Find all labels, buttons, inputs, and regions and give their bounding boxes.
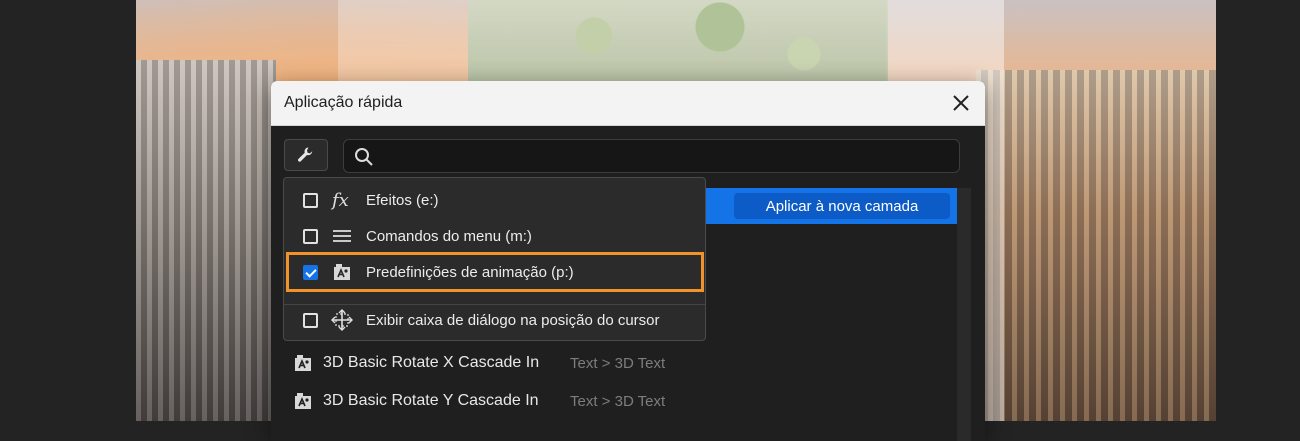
close-icon: [953, 95, 969, 111]
result-row[interactable]: 3D Basic Rotate Y Cascade In Text > 3D T…: [293, 386, 665, 416]
menu-item-label: Predefinições de animação (p:): [366, 263, 574, 281]
menu-item-label: Comandos do menu (m:): [366, 227, 532, 245]
close-button[interactable]: [945, 87, 977, 119]
cursor-position-icon: [330, 308, 354, 332]
show-at-cursor-checkbox[interactable]: [303, 312, 318, 328]
menu-item-show-at-cursor[interactable]: Exibir caixa de diálogo na posição do cu…: [284, 304, 705, 336]
menu-commands-checkbox[interactable]: [303, 228, 318, 244]
dialog-title: Aplicação rápida: [284, 94, 403, 111]
wrench-icon: [298, 147, 313, 162]
menu-lines-icon: [330, 224, 354, 248]
apply-to-new-layer-button[interactable]: Aplicar à nova camada: [734, 193, 950, 219]
menu-item-menu-commands[interactable]: Comandos do menu (m:): [284, 220, 705, 252]
menu-item-label: Exibir caixa de diálogo na posição do cu…: [366, 311, 660, 329]
search-box[interactable]: [343, 139, 960, 173]
svg-text:fx: fx: [330, 190, 349, 211]
animation-preset-icon: [295, 355, 311, 371]
dialog-toolbar: [271, 125, 985, 185]
menu-item-label: Efeitos (e:): [366, 191, 439, 209]
effects-checkbox[interactable]: [303, 192, 318, 208]
buildings-right: [976, 70, 1216, 421]
search-icon: [355, 148, 373, 166]
result-name: 3D Basic Rotate Y Cascade In: [323, 392, 539, 409]
search-input[interactable]: [380, 144, 944, 170]
result-row[interactable]: 3D Basic Rotate X Cascade In Text > 3D T…: [293, 348, 665, 378]
fx-icon: fx: [330, 188, 354, 212]
result-path: Text > 3D Text: [570, 355, 666, 372]
filter-settings-button[interactable]: [284, 139, 328, 171]
result-path: Text > 3D Text: [570, 393, 666, 410]
menu-item-animation-presets[interactable]: Predefinições de animação (p:): [284, 256, 705, 288]
animation-presets-checkbox[interactable]: [303, 264, 318, 280]
buildings-left: [136, 60, 276, 421]
animation-preset-icon: [330, 260, 354, 284]
result-name: 3D Basic Rotate X Cascade In: [323, 354, 540, 371]
dialog-titlebar: Aplicação rápida: [271, 81, 985, 126]
menu-item-effects[interactable]: fx Efeitos (e:): [284, 184, 705, 216]
animation-preset-icon: [295, 393, 311, 409]
results-scrollbar[interactable]: [957, 188, 971, 441]
filter-dropdown-menu: fx Efeitos (e:) Comandos do menu (m:) Pr…: [283, 177, 706, 341]
